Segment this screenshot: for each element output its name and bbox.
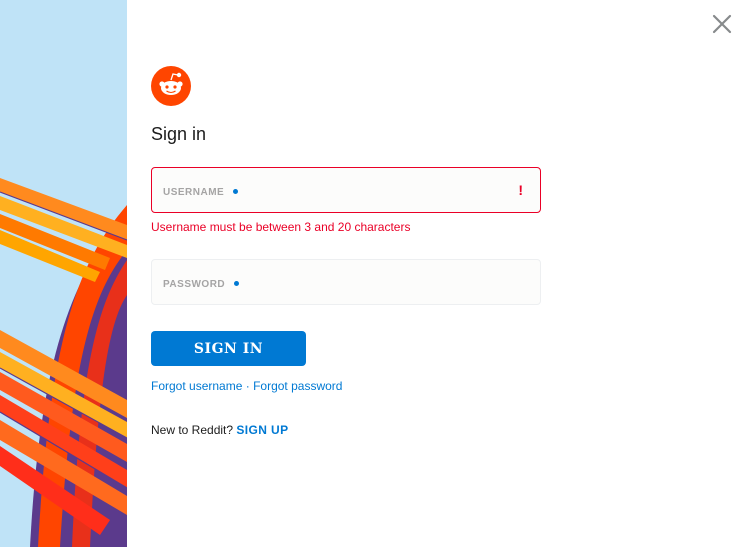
page-title: Sign in [151,124,207,144]
forgot-links: Forgot username · Forgot password [151,379,342,393]
link-separator: · [245,379,250,393]
error-icon: ! [518,182,523,198]
required-dot-icon [234,280,240,286]
side-artwork [0,0,127,547]
sign-in-button[interactable]: SIGN IN [151,331,306,366]
required-dot-icon [233,188,239,194]
login-modal: Sign in USERNAME ! Username must be betw… [0,0,746,547]
forgot-username-link[interactable]: Forgot username [151,379,242,393]
close-icon[interactable] [710,12,734,36]
sign-up-link[interactable]: SIGN UP [236,423,288,437]
password-label: PASSWORD [163,279,226,290]
forgot-password-link[interactable]: Forgot password [253,379,342,393]
username-field[interactable]: USERNAME ! [151,167,541,213]
username-error-message: Username must be between 3 and 20 charac… [151,220,411,234]
signup-prompt: New to Reddit? SIGN UP [151,423,289,437]
password-field[interactable]: PASSWORD [151,259,541,305]
new-to-reddit-text: New to Reddit? [151,423,234,437]
username-label: USERNAME [163,187,225,198]
reddit-logo-icon [151,66,191,106]
